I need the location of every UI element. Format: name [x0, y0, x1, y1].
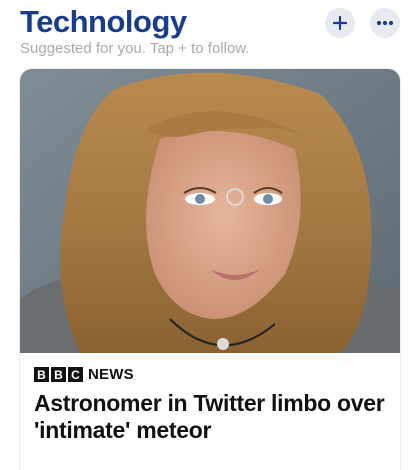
bbc-logo: B B C: [34, 367, 83, 382]
channel-title: Technology: [20, 4, 187, 39]
bbc-logo-letter: B: [34, 367, 49, 382]
bbc-logo-letter: C: [68, 367, 83, 382]
article-card[interactable]: B B C NEWS Astronomer in Twitter limbo o…: [20, 69, 400, 470]
article-photo: [20, 69, 400, 353]
article-source: B B C NEWS: [34, 366, 134, 383]
source-name: NEWS: [88, 366, 134, 383]
follow-button[interactable]: [325, 8, 355, 38]
plus-icon: [333, 16, 347, 30]
more-button[interactable]: [370, 8, 400, 38]
channel-header: Technology Suggested for you. Tap + to f…: [0, 0, 420, 66]
channel-subtitle: Suggested for you. Tap + to follow.: [20, 40, 250, 57]
bbc-logo-letter: B: [51, 367, 66, 382]
article-headline[interactable]: Astronomer in Twitter limbo over 'intima…: [34, 390, 390, 444]
more-horizontal-icon: [376, 20, 394, 26]
